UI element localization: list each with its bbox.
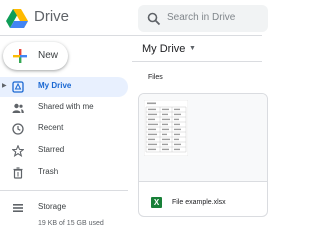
new-button[interactable]: New: [3, 42, 68, 70]
section-label: Files: [148, 74, 163, 81]
main-header: My Drive ▼: [132, 36, 262, 62]
clock-icon: [12, 123, 24, 135]
sidebar-item-label: My Drive: [38, 81, 72, 90]
app-title: Drive: [34, 8, 70, 25]
sidebar-item-label: Starred: [38, 145, 65, 154]
sidebar-item-label: Recent: [38, 123, 64, 132]
file-name: File example.xlsx: [172, 199, 226, 206]
search-input[interactable]: Search in Drive: [167, 12, 235, 23]
spreadsheet-preview: [144, 100, 188, 156]
top-bar: Drive Search in Drive: [0, 0, 268, 36]
drive-icon: [12, 81, 24, 93]
file-card[interactable]: X File example.xlsx: [138, 93, 268, 217]
storage-icon: [13, 204, 23, 212]
storage-label: Storage: [38, 202, 67, 211]
sidebar-item-my-drive[interactable]: ▶ My Drive: [0, 77, 128, 97]
sidebar-item-shared-with-me[interactable]: Shared with me: [0, 98, 128, 118]
drive-logo-icon[interactable]: [6, 9, 28, 28]
sidebar-item-trash[interactable]: Trash: [0, 163, 128, 183]
trash-icon: [13, 167, 23, 179]
people-icon: [12, 103, 24, 113]
storage-usage: 19 KB of 15 GB used: [38, 220, 104, 227]
file-thumbnail: [139, 94, 267, 182]
search-bar[interactable]: Search in Drive: [138, 5, 268, 32]
chevron-down-icon[interactable]: ▼: [189, 45, 196, 52]
plus-icon: [13, 49, 27, 63]
page-title[interactable]: My Drive: [142, 43, 185, 55]
sidebar-item-starred[interactable]: Starred: [0, 141, 128, 161]
sidebar-item-label: Shared with me: [38, 102, 94, 111]
sidebar-item-storage[interactable]: Storage: [0, 198, 128, 218]
sheets-icon: X: [151, 197, 162, 208]
star-icon: [12, 145, 24, 157]
search-icon[interactable]: [147, 12, 161, 26]
sidebar-divider: [0, 190, 128, 191]
sidebar-item-label: Trash: [38, 167, 59, 176]
sidebar-item-recent[interactable]: Recent: [0, 119, 128, 139]
expand-arrow-icon[interactable]: ▶: [2, 82, 7, 89]
new-button-label: New: [38, 50, 59, 61]
